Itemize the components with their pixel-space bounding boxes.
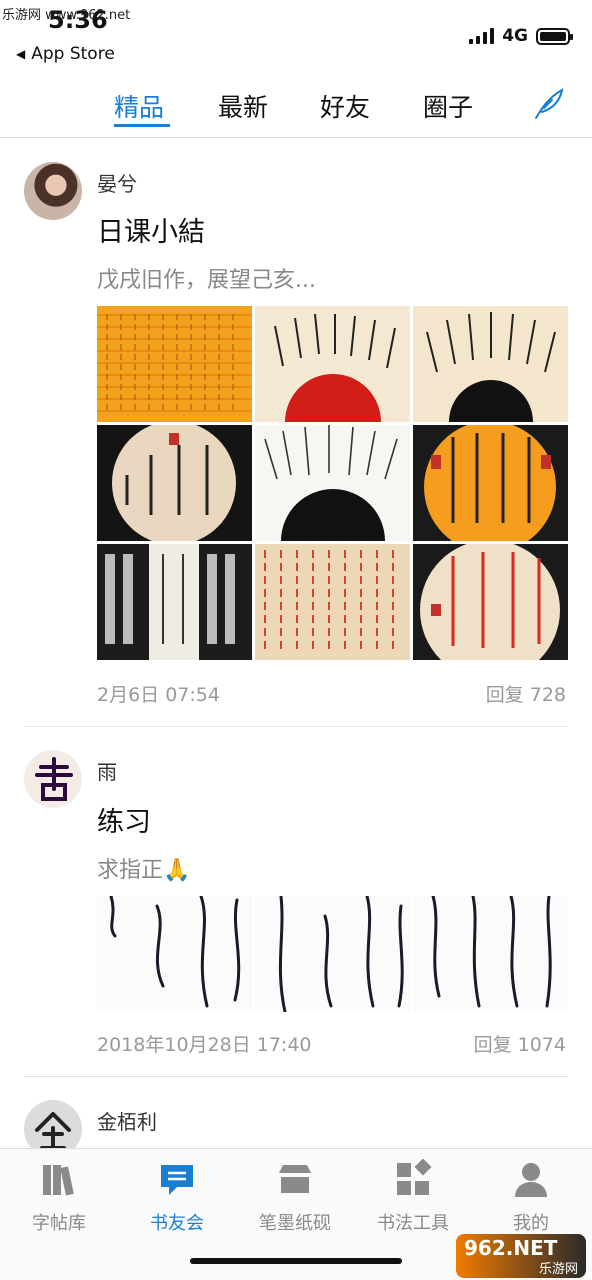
calligraphy-image[interactable] <box>413 306 568 422</box>
tab-circles[interactable]: 圈子 <box>423 88 473 124</box>
post-divider <box>24 726 568 727</box>
calligraphy-image[interactable] <box>255 896 410 1012</box>
post-date: 2018年10月28日 17:40 <box>97 1034 312 1056</box>
tab-label: 书友会 <box>150 1213 204 1234</box>
network-type: 4G <box>502 26 528 46</box>
post-reply-count[interactable]: 回复 728 <box>486 680 566 707</box>
battery-icon <box>536 27 573 45</box>
calligraphy-image[interactable] <box>255 544 410 660</box>
post-excerpt: 戊戌旧作，展望己亥... <box>97 268 316 293</box>
tab-label: 我的 <box>513 1213 549 1234</box>
tab-latest[interactable]: 最新 <box>218 88 268 124</box>
avatar[interactable] <box>24 162 82 220</box>
calligraphy-image[interactable] <box>97 544 252 660</box>
post-title: 练习 <box>97 807 151 838</box>
watermark-top-left: 乐游网 www.962.net <box>2 8 131 23</box>
calligraphy-image[interactable] <box>97 306 252 422</box>
post-author[interactable]: 晏兮 <box>97 168 137 197</box>
home-indicator[interactable] <box>190 1258 402 1264</box>
tab-calligraphy-tools[interactable]: 书法工具 <box>354 1159 472 1235</box>
tab-friends[interactable]: 好友 <box>320 88 370 124</box>
post-divider <box>24 1076 568 1077</box>
active-tab-indicator <box>114 124 170 127</box>
tab-stationery[interactable]: 笔墨纸砚 <box>236 1159 354 1235</box>
tab-label: 字帖库 <box>32 1213 86 1234</box>
post-title: 日课小結 <box>97 217 205 248</box>
signal-icon <box>469 28 495 44</box>
quill-icon[interactable] <box>530 86 566 122</box>
post-excerpt: 求指正🙏 <box>97 858 191 883</box>
top-tab-bar: 精品 最新 好友 圈子 <box>0 80 592 138</box>
books-icon <box>43 1165 74 1196</box>
calligraphy-image[interactable] <box>255 425 410 541</box>
profile-icon <box>515 1163 547 1197</box>
tab-featured[interactable]: 精品 <box>114 88 164 124</box>
calligraphy-image[interactable] <box>413 425 568 541</box>
post-date: 2月6日 07:54 <box>97 684 220 706</box>
calligraphy-image[interactable] <box>413 896 568 1012</box>
calligraphy-image[interactable] <box>413 544 568 660</box>
tab-book-club[interactable]: 书友会 <box>118 1159 236 1235</box>
back-link-label: App Store <box>31 44 115 64</box>
tab-label: 书法工具 <box>377 1213 449 1234</box>
avatar[interactable] <box>24 750 82 808</box>
tab-label: 笔墨纸砚 <box>259 1213 331 1234</box>
tab-profile[interactable]: 我的 <box>472 1159 590 1235</box>
watermark-bottom-right: 962.NET 乐游网 <box>456 1234 586 1278</box>
calligraphy-image[interactable] <box>97 425 252 541</box>
chat-icon <box>161 1165 193 1195</box>
post-image-grid <box>97 896 568 1012</box>
post-author[interactable]: 雨 <box>97 756 117 785</box>
post-reply-count[interactable]: 回复 1074 <box>474 1030 566 1057</box>
back-to-app-store-link[interactable]: ◀ App Store <box>16 44 115 64</box>
post-image-grid <box>97 306 568 660</box>
calligraphy-image[interactable] <box>97 896 252 1012</box>
post-author[interactable]: 金栢利 <box>97 1106 157 1135</box>
watermark-subtext: 乐游网 <box>538 1262 578 1277</box>
status-indicators: 4G <box>469 26 573 46</box>
back-arrow-icon: ◀ <box>16 47 26 61</box>
calligraphy-image[interactable] <box>255 306 410 422</box>
tab-copybook-library[interactable]: 字帖库 <box>0 1159 118 1235</box>
tools-icon <box>397 1159 432 1195</box>
store-icon <box>279 1165 311 1193</box>
